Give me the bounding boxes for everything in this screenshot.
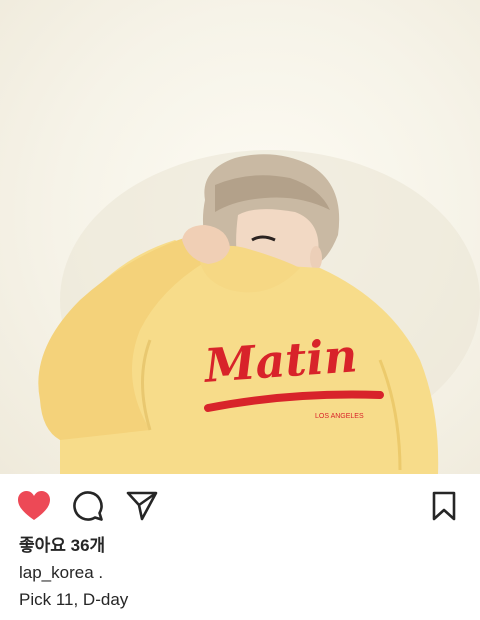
like-button[interactable] [16, 488, 52, 524]
sweatshirt-subtext: LOS ANGELES [315, 413, 364, 420]
likes-count[interactable]: 좋아요 36개 [19, 536, 459, 558]
instagram-post: Matin LOS ANGELES 좋아요 36개 lap_korea . Pi… [0, 0, 480, 620]
comment-button[interactable] [70, 488, 106, 524]
heart-filled-icon [18, 491, 50, 520]
post-photo-illustration: Matin LOS ANGELES [38, 150, 480, 474]
post-meta: 좋아요 36개 lap_korea . Pick 11, D-day [19, 536, 459, 610]
post-caption: Pick 11, D-day [19, 590, 129, 609]
caption-author-line: lap_korea . [19, 563, 459, 585]
save-button[interactable] [426, 488, 462, 524]
bookmark-icon [432, 491, 456, 521]
speech-bubble-icon [73, 491, 103, 521]
author-username[interactable]: lap_korea [19, 563, 94, 582]
post-photo[interactable]: Matin LOS ANGELES [0, 0, 480, 474]
sweatshirt-print-text: Matin [201, 328, 359, 393]
paper-plane-icon [126, 491, 158, 521]
author-username-suffix: . [93, 563, 104, 582]
share-button[interactable] [124, 488, 160, 524]
action-bar [0, 474, 480, 534]
